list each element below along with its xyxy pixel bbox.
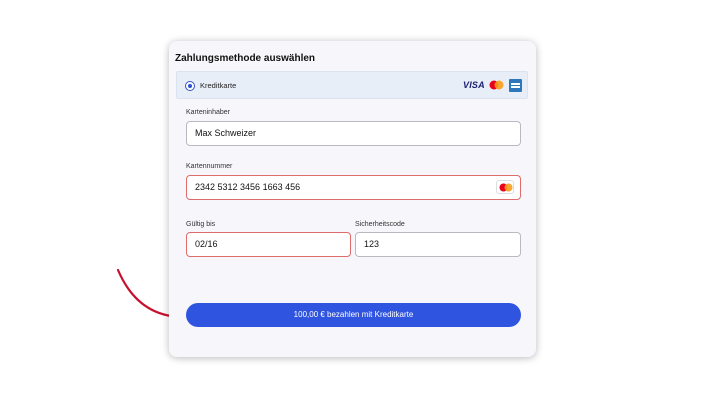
- cardholder-input[interactable]: Max Schweizer: [186, 121, 521, 146]
- radio-selected-icon[interactable]: [185, 81, 195, 91]
- expiry-label: Gültig bis: [186, 221, 216, 228]
- pay-button[interactable]: 100,00 € bezahlen mit Kreditkarte: [186, 303, 521, 327]
- mastercard-icon: [489, 80, 504, 90]
- cvc-input[interactable]: 123: [355, 232, 521, 257]
- payment-method-label: Kreditkarte: [200, 81, 237, 90]
- visa-icon: VISA: [463, 80, 485, 90]
- expiry-input[interactable]: 02/16: [186, 232, 351, 257]
- amex-icon: [509, 79, 522, 92]
- card-brand-mastercard-icon: [496, 180, 514, 194]
- card-number-label: Kartennummer: [186, 163, 233, 170]
- cardholder-label: Karteninhaber: [186, 109, 230, 116]
- page: Zahlungsmethode auswählen Kreditkarte VI…: [0, 0, 705, 400]
- payment-method-title: Zahlungsmethode auswählen: [175, 53, 316, 64]
- card-number-value: 2342 5312 3456 1663 456: [195, 182, 301, 192]
- payment-method-option-credit-card[interactable]: Kreditkarte VISA: [176, 71, 528, 99]
- card-number-input[interactable]: 2342 5312 3456 1663 456: [186, 175, 521, 200]
- cvc-label: Sicherheitscode: [355, 221, 405, 228]
- payment-card: Zahlungsmethode auswählen Kreditkarte VI…: [169, 41, 536, 357]
